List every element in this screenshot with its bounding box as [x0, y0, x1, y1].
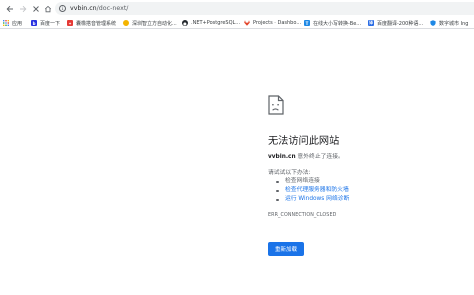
bookmark-label: Projects · Dashbo...	[253, 20, 302, 26]
suggestion-check-proxy[interactable]: 检查代理服务器和防火墙	[276, 186, 349, 195]
suggestion-link[interactable]: 检查代理服务器和防火墙	[285, 187, 349, 193]
bookmark-label: 数字城市 Ing	[439, 20, 469, 27]
suggestion-link[interactable]: 运行 Windows 网络诊断	[285, 196, 349, 202]
error-message: 意外终止了连接。	[295, 154, 344, 160]
baidu-icon: b	[31, 20, 37, 26]
apps-grid-icon	[3, 20, 9, 26]
address-bar[interactable]: i vvbin.cn/doc-next/	[55, 2, 474, 15]
shield-icon	[430, 20, 436, 26]
bookmarks-bar: 应用 b 百度一下 ✦ 囊橡搭音管理系统 深圳智立方自动化... ● .NET+…	[0, 17, 474, 29]
bookmark-gitlab-projects[interactable]: Projects · Dashbo...	[244, 18, 302, 28]
info-icon[interactable]: i	[59, 5, 66, 12]
url-path: /doc-next/	[96, 5, 129, 12]
bookmark-label: 囊橡搭音管理系统	[76, 20, 117, 27]
bookmark-label: 百度一下	[40, 20, 61, 27]
url-host: vvbin.cn	[70, 5, 97, 12]
browser-toolbar: i vvbin.cn/doc-next/	[0, 0, 474, 17]
error-page: 无法访问此网站 vvbin.cn 意外终止了连接。 请试试以下办法: 检查网络连…	[0, 29, 474, 295]
bookmark-case-converter[interactable]: T 在线大小写转换-Be...	[304, 18, 365, 28]
error-title: 无法访问此网站	[268, 136, 340, 147]
error-code: ERR_CONNECTION_CLOSED	[268, 213, 337, 218]
suggestion-text: 检查网络连接	[285, 178, 320, 184]
bookmark-digital-city[interactable]: 数字城市 Ing	[430, 18, 474, 28]
back-button[interactable]	[3, 2, 16, 15]
app-logo-icon: ✦	[67, 20, 73, 26]
home-icon	[44, 5, 51, 12]
error-host: vvbin.cn	[268, 154, 296, 160]
baidu-translate-icon: 译	[368, 20, 374, 26]
gitlab-icon	[244, 20, 250, 26]
bookmark-baidu[interactable]: b 百度一下	[31, 18, 65, 28]
bookmark-label: 深圳智立方自动化...	[132, 20, 177, 27]
suggestions-list: 检查网络连接 检查代理服务器和防火墙 运行 Windows 网络诊断	[276, 177, 349, 204]
bookmark-label: 应用	[12, 20, 23, 27]
bookmark-label: 百度翻译-200种语...	[377, 20, 424, 27]
close-icon	[32, 5, 39, 12]
address-url: vvbin.cn/doc-next/	[70, 5, 128, 12]
bookmark-apps[interactable]: 应用	[3, 18, 22, 28]
bookmark-dotnet-postgresql[interactable]: ● .NET+PostgreSQL...	[182, 18, 242, 28]
try-label: 请试试以下办法:	[268, 170, 311, 176]
site-logo-icon	[123, 20, 129, 26]
suggestion-run-diagnostics[interactable]: 运行 Windows 网络诊断	[276, 195, 349, 204]
bookmark-label: 在线大小写转换-Be...	[313, 20, 362, 27]
bookmark-baidu-translate[interactable]: 译 百度翻译-200种语...	[368, 18, 428, 28]
sad-page-icon	[268, 95, 284, 115]
bookmark-management-system[interactable]: ✦ 囊橡搭音管理系统	[67, 18, 121, 28]
bookmark-label: .NET+PostgreSQL...	[191, 20, 241, 26]
forward-button[interactable]	[16, 2, 29, 15]
error-description: vvbin.cn 意外终止了连接。	[268, 151, 344, 160]
home-button[interactable]	[41, 2, 54, 15]
bookmark-automation[interactable]: 深圳智立方自动化...	[123, 18, 180, 28]
arrow-right-icon	[19, 5, 26, 12]
suggestion-check-connection: 检查网络连接	[276, 177, 349, 186]
github-icon: ●	[182, 20, 188, 26]
tool-icon: T	[304, 20, 310, 26]
arrow-left-icon	[6, 5, 13, 12]
browser-window: i vvbin.cn/doc-next/ 应用 b 百度一下 ✦ 囊橡搭音管理系…	[0, 0, 474, 295]
reload-button[interactable]: 重新加载	[268, 242, 304, 256]
